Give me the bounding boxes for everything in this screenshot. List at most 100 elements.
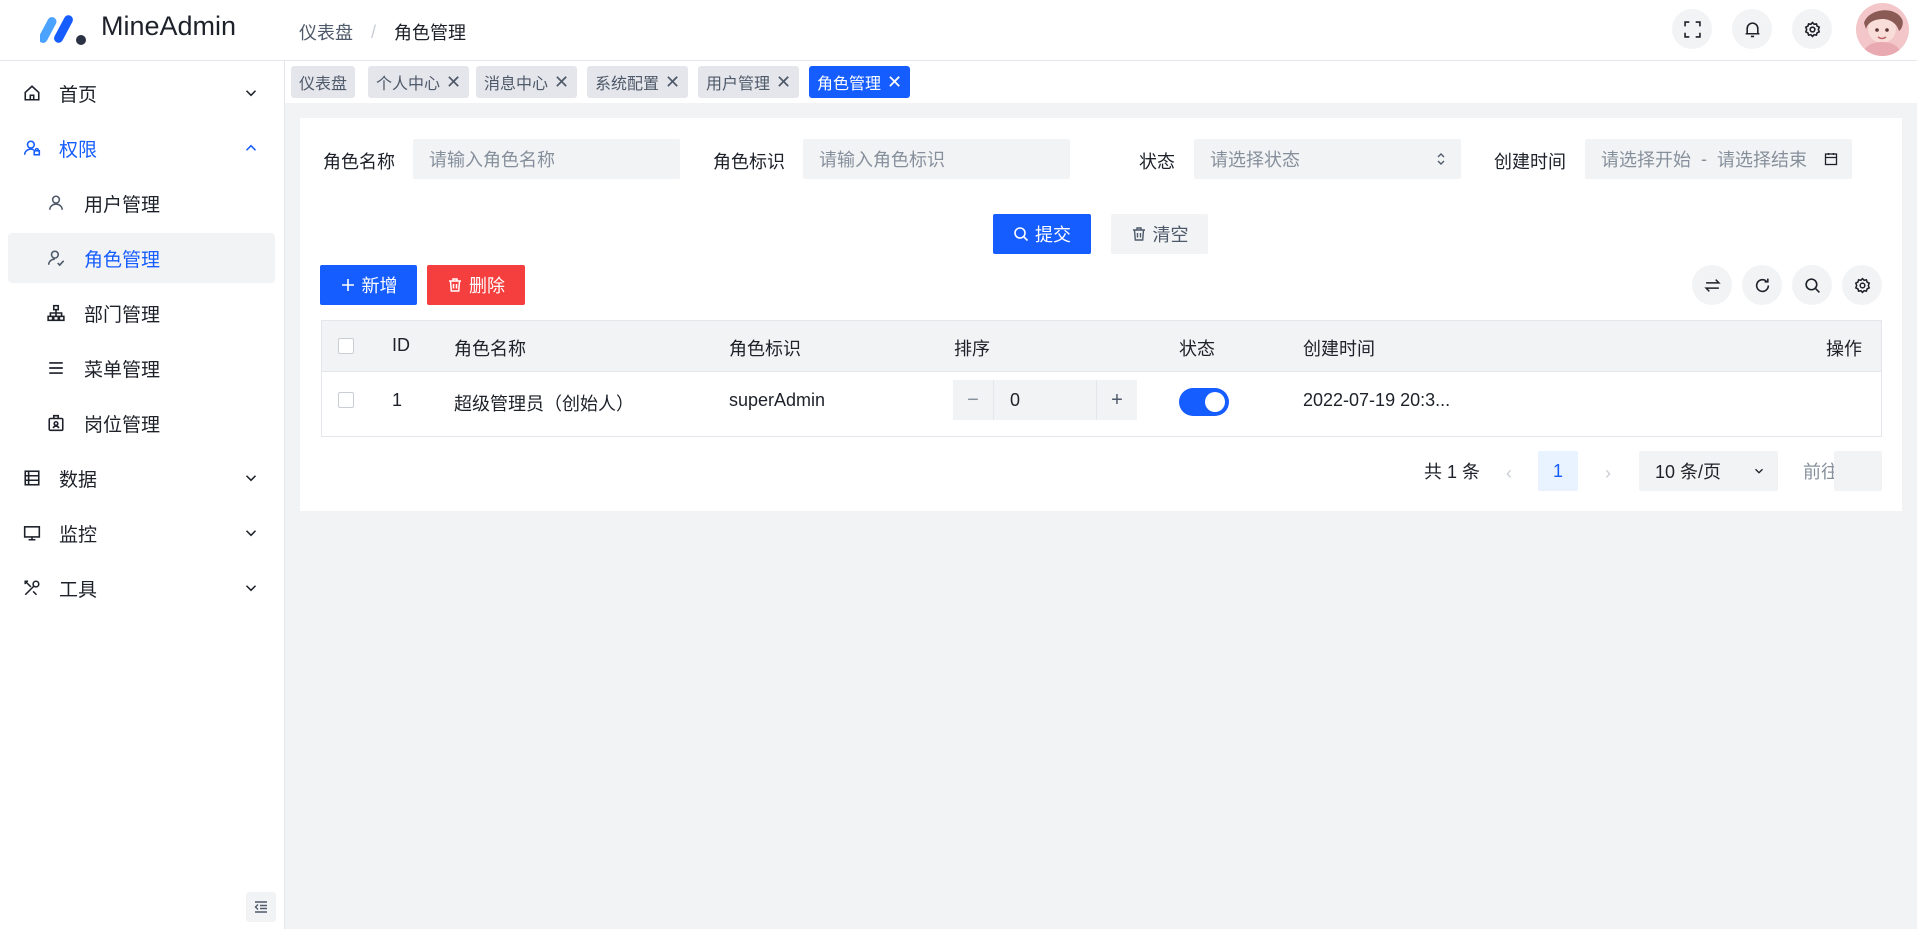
database-icon bbox=[22, 468, 42, 488]
cell-role-code: superAdmin bbox=[729, 390, 826, 410]
sidebar-item-posts[interactable]: 岗位管理 bbox=[8, 398, 275, 448]
top-header: MineAdmin 仪表盘 / 角色管理 bbox=[0, 0, 1917, 61]
logo-icon bbox=[40, 15, 86, 45]
next-page-button[interactable]: › bbox=[1593, 453, 1623, 493]
tab-roles[interactable]: 角色管理 ✕ bbox=[809, 66, 911, 98]
tab-dashboard[interactable]: 仪表盘 bbox=[291, 66, 356, 98]
range-separator: - bbox=[1701, 148, 1707, 169]
close-icon[interactable]: ✕ bbox=[446, 73, 461, 91]
trash-icon bbox=[1132, 227, 1145, 241]
user-avatar[interactable] bbox=[1856, 3, 1909, 56]
sidebar-item-permission[interactable]: 权限 bbox=[8, 123, 275, 173]
toggle-search-button[interactable] bbox=[1792, 265, 1832, 305]
row-checkbox[interactable] bbox=[338, 392, 354, 408]
table-settings-button[interactable] bbox=[1842, 265, 1882, 305]
page-size-value: 10 条/页 bbox=[1655, 462, 1722, 482]
sidebar-item-label: 菜单管理 bbox=[84, 359, 161, 381]
jump-to-page-input[interactable] bbox=[1834, 451, 1882, 491]
status-toggle[interactable] bbox=[1179, 388, 1229, 416]
tab-label: 角色管理 bbox=[817, 76, 882, 93]
sidebar-item-data[interactable]: 数据 bbox=[8, 453, 275, 503]
search-icon bbox=[1804, 277, 1820, 293]
breadcrumb-parent[interactable]: 仪表盘 bbox=[299, 19, 353, 45]
close-icon[interactable]: ✕ bbox=[887, 73, 902, 91]
refresh-icon bbox=[1755, 278, 1769, 292]
sidebar-item-roles[interactable]: 角色管理 bbox=[8, 233, 275, 283]
fullscreen-button[interactable] bbox=[1672, 9, 1712, 49]
sidebar-item-label: 数据 bbox=[59, 469, 98, 491]
tab-messages[interactable]: 消息中心 ✕ bbox=[476, 66, 578, 98]
sidebar-item-departments[interactable]: 部门管理 bbox=[8, 288, 275, 338]
chevron-down-icon bbox=[245, 475, 257, 482]
close-icon[interactable]: ✕ bbox=[554, 73, 569, 91]
sidebar-item-users[interactable]: 用户管理 bbox=[8, 178, 275, 228]
status-placeholder: 请选择状态 bbox=[1210, 150, 1300, 170]
sidebar: 首页 权限 用户管理 角色管理 部门管理 菜单管理 岗位管理 数据 监控 工具 bbox=[0, 61, 285, 929]
page-size-select[interactable]: 10 条/页 bbox=[1639, 451, 1778, 491]
sidebar-item-tools[interactable]: 工具 bbox=[8, 563, 275, 613]
sidebar-item-monitor[interactable]: 监控 bbox=[8, 508, 275, 558]
status-select[interactable]: 请选择状态 bbox=[1194, 139, 1461, 179]
role-name-label: 角色名称 bbox=[323, 152, 395, 172]
settings-button[interactable] bbox=[1792, 9, 1832, 49]
submit-label: 提交 bbox=[1035, 225, 1071, 245]
tab-profile[interactable]: 个人中心 ✕ bbox=[368, 66, 470, 98]
calendar-icon bbox=[1824, 153, 1838, 166]
sidebar-item-label: 首页 bbox=[59, 84, 98, 106]
gear-icon bbox=[1854, 277, 1870, 293]
sort-stepper: − 0 + bbox=[953, 380, 1137, 420]
menu-list-icon bbox=[46, 358, 66, 378]
close-icon[interactable]: ✕ bbox=[665, 73, 680, 91]
cell-role-name: 超级管理员（创始人） bbox=[454, 394, 634, 414]
chevron-up-icon bbox=[245, 144, 257, 151]
role-name-placeholder: 请输入角色名称 bbox=[429, 150, 555, 170]
page-button-1[interactable]: 1 bbox=[1538, 451, 1578, 491]
trash-icon bbox=[449, 278, 461, 292]
submit-button[interactable]: 提交 bbox=[993, 214, 1091, 254]
prev-page-button[interactable]: ‹ bbox=[1494, 453, 1524, 493]
monitor-icon bbox=[22, 523, 42, 543]
role-code-placeholder: 请输入角色标识 bbox=[819, 150, 945, 170]
fullscreen-icon bbox=[1683, 20, 1701, 38]
column-status: 状态 bbox=[1179, 339, 1215, 359]
notification-button[interactable] bbox=[1732, 9, 1772, 49]
role-code-input[interactable]: 请输入角色标识 bbox=[803, 139, 1070, 179]
close-icon[interactable]: ✕ bbox=[776, 73, 791, 91]
delete-button[interactable]: 删除 bbox=[427, 265, 525, 305]
search-icon bbox=[1014, 227, 1029, 242]
add-label: 新增 bbox=[361, 276, 398, 296]
created-time-range-picker[interactable]: 请选择开始 - 请选择结束 bbox=[1585, 139, 1852, 179]
status-label: 状态 bbox=[1139, 152, 1175, 172]
sidebar-item-home[interactable]: 首页 bbox=[8, 68, 275, 118]
avatar-image bbox=[1856, 3, 1909, 56]
tab-users[interactable]: 用户管理 ✕ bbox=[698, 66, 800, 98]
tab-label: 消息中心 bbox=[484, 76, 549, 93]
toggle-knob bbox=[1205, 392, 1225, 412]
chevron-down-icon bbox=[245, 90, 257, 97]
clear-button[interactable]: 清空 bbox=[1111, 214, 1208, 254]
column-actions: 操作 bbox=[1826, 339, 1862, 359]
created-end-placeholder: 请选择结束 bbox=[1717, 150, 1807, 170]
column-role-name: 角色名称 bbox=[454, 339, 526, 359]
chevron-down-icon bbox=[245, 585, 257, 592]
add-button[interactable]: 新增 bbox=[320, 265, 417, 305]
tab-system-config[interactable]: 系统配置 ✕ bbox=[587, 66, 689, 98]
sidebar-item-menus[interactable]: 菜单管理 bbox=[8, 343, 275, 393]
select-all-checkbox[interactable] bbox=[338, 338, 354, 354]
toggle-columns-button[interactable] bbox=[1692, 265, 1732, 305]
sort-value-input[interactable]: 0 bbox=[993, 380, 1097, 420]
cell-id: 1 bbox=[392, 390, 403, 410]
increment-button[interactable]: + bbox=[1097, 380, 1137, 420]
tab-label: 系统配置 bbox=[595, 76, 660, 93]
breadcrumb-current: 角色管理 bbox=[394, 23, 467, 43]
role-management-card: 角色名称 请输入角色名称 角色标识 请输入角色标识 状态 请选择状态 创建时间 … bbox=[300, 118, 1902, 511]
decrement-button[interactable]: − bbox=[953, 380, 993, 420]
sidebar-collapse-button[interactable] bbox=[246, 892, 276, 922]
role-code-label: 角色标识 bbox=[713, 152, 785, 172]
tools-icon bbox=[22, 578, 42, 598]
roles-table: ID 角色名称 角色标识 排序 状态 创建时间 操作 1 超级管理员（创始人） … bbox=[321, 320, 1882, 437]
role-name-input[interactable]: 请输入角色名称 bbox=[413, 139, 680, 179]
badge-icon bbox=[46, 413, 66, 433]
column-role-code: 角色标识 bbox=[729, 339, 801, 359]
refresh-button[interactable] bbox=[1742, 265, 1782, 305]
